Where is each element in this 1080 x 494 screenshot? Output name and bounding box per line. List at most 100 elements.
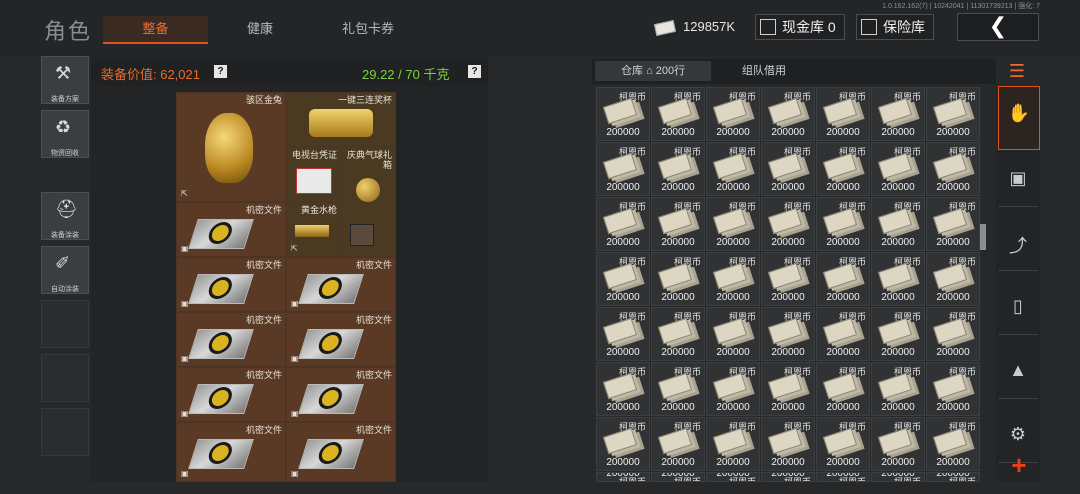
storage-item-coin[interactable]: 柯恩币 200000: [926, 472, 980, 482]
storage-item-coin[interactable]: 柯恩币 200000: [596, 472, 650, 482]
tab-gift-coupons[interactable]: 礼包卡券: [318, 16, 418, 42]
item-tv-certificate[interactable]: 电视台凭证: [286, 147, 341, 202]
tab-equipment[interactable]: 整备: [103, 16, 208, 44]
storage-item-coin[interactable]: 柯恩币 200000: [651, 87, 705, 141]
storage-item-coin[interactable]: 柯恩币 200000: [761, 472, 815, 482]
storage-item-coin[interactable]: 柯恩币 200000: [926, 87, 980, 141]
storage-item-coin[interactable]: 柯恩币 200000: [706, 197, 760, 251]
add-icon[interactable]: +: [1006, 452, 1032, 480]
storage-item-coin[interactable]: 柯恩币 200000: [761, 417, 815, 471]
tab-warehouse[interactable]: 仓库 ⌂ 200行: [595, 61, 712, 81]
storage-item-coin[interactable]: 柯恩币 200000: [706, 307, 760, 361]
storage-scrollbar[interactable]: [980, 224, 986, 250]
storage-item-coin[interactable]: 柯恩币 200000: [761, 197, 815, 251]
storage-item-coin[interactable]: 柯恩币 200000: [926, 362, 980, 416]
safe-button[interactable]: 保险库: [856, 14, 934, 40]
equipment-paint-button[interactable]: ⛑ 装备涂装: [41, 192, 89, 240]
storage-item-coin[interactable]: 柯恩币 200000: [706, 362, 760, 416]
storage-item-coin[interactable]: 柯恩币 200000: [651, 417, 705, 471]
coin-amount: 200000: [936, 402, 970, 413]
storage-item-coin[interactable]: 柯恩币 200000: [761, 362, 815, 416]
storage-item-coin[interactable]: 柯恩币 200000: [596, 307, 650, 361]
coin-amount: 200000: [771, 127, 805, 138]
storage-item-coin[interactable]: 柯恩币 200000: [706, 417, 760, 471]
storage-item-coin[interactable]: 柯恩币 200000: [651, 362, 705, 416]
item-golden-faucet[interactable]: 黄金水枪 ⇱: [286, 202, 341, 257]
storage-item-coin[interactable]: 柯恩币 200000: [596, 362, 650, 416]
item-secret-file[interactable]: 机密文件 ▣: [176, 257, 286, 312]
storage-item-coin[interactable]: 柯恩币 200000: [816, 307, 870, 361]
weight-help-icon[interactable]: ?: [468, 65, 481, 78]
storage-item-coin[interactable]: 柯恩币 200000: [871, 142, 925, 196]
storage-item-coin[interactable]: 柯恩币 200000: [926, 417, 980, 471]
storage-item-coin[interactable]: 柯恩币 200000: [816, 362, 870, 416]
category-weapons[interactable]: ⤴: [998, 216, 1038, 271]
storage-item-coin[interactable]: 柯恩币 200000: [596, 87, 650, 141]
storage-item-coin[interactable]: 柯恩币 200000: [871, 197, 925, 251]
storage-item-coin[interactable]: 柯恩币 200000: [926, 142, 980, 196]
category-all[interactable]: ✋: [998, 86, 1040, 150]
storage-item-coin[interactable]: 柯恩币 200000: [761, 142, 815, 196]
category-magazines[interactable]: ▯: [998, 280, 1038, 335]
storage-item-coin[interactable]: 柯恩币 200000: [651, 142, 705, 196]
item-golden-rabbit[interactable]: 骇区金兔 ⇱: [176, 92, 286, 202]
storage-item-coin[interactable]: 柯恩币 200000: [651, 307, 705, 361]
coin-amount: 200000: [661, 127, 695, 138]
item-secret-file[interactable]: 机密文件 ▣: [286, 367, 396, 422]
storage-item-coin[interactable]: 柯恩币 200000: [871, 362, 925, 416]
storage-item-coin[interactable]: 柯恩币 200000: [706, 472, 760, 482]
storage-item-coin[interactable]: 柯恩币 200000: [596, 252, 650, 306]
item-secret-file[interactable]: 机密文件 ▣: [286, 422, 396, 482]
storage-item-coin[interactable]: 柯恩币 200000: [761, 87, 815, 141]
storage-item-coin[interactable]: 柯恩币 200000: [706, 87, 760, 141]
item-balloon-box[interactable]: 庆典气球礼箱: [341, 147, 396, 257]
equipment-plan-button[interactable]: ⚒ 装备方案: [41, 56, 89, 104]
storage-item-coin[interactable]: 柯恩币 200000: [816, 142, 870, 196]
storage-item-coin[interactable]: 柯恩币 200000: [596, 142, 650, 196]
storage-item-coin[interactable]: 柯恩币 200000: [651, 197, 705, 251]
storage-item-coin[interactable]: 柯恩币 200000: [871, 417, 925, 471]
item-secret-file[interactable]: 机密文件 ▣: [176, 312, 286, 367]
storage-item-coin[interactable]: 柯恩币 200000: [706, 252, 760, 306]
cash-storage-button[interactable]: 现金库 0: [755, 14, 845, 40]
storage-item-coin[interactable]: 柯恩币 200000: [871, 307, 925, 361]
category-armor[interactable]: ▣: [998, 152, 1038, 207]
auto-paint-button[interactable]: ✐ 自动涂装: [41, 246, 89, 294]
recycle-button[interactable]: ♻ 物资回收: [41, 110, 89, 158]
tab-team-borrow[interactable]: 组队借用: [742, 61, 786, 81]
storage-item-coin[interactable]: 柯恩币 200000: [706, 142, 760, 196]
item-secret-file[interactable]: 机密文件 ▣: [176, 367, 286, 422]
storage-item-coin[interactable]: 柯恩币 200000: [926, 197, 980, 251]
item-secret-file[interactable]: 机密文件 ▣: [286, 257, 396, 312]
storage-item-coin[interactable]: 柯恩币 200000: [816, 417, 870, 471]
money-display: 129857K: [653, 16, 735, 38]
tab-health[interactable]: 健康: [210, 16, 310, 42]
storage-item-coin[interactable]: 柯恩币 200000: [596, 197, 650, 251]
storage-item-coin[interactable]: 柯恩币 200000: [926, 307, 980, 361]
storage-item-coin[interactable]: 柯恩币 200000: [871, 87, 925, 141]
storage-item-coin[interactable]: 柯恩币 200000: [596, 417, 650, 471]
storage-item-coin[interactable]: 柯恩币 200000: [816, 197, 870, 251]
storage-item-coin[interactable]: 柯恩币 200000: [871, 472, 925, 482]
magazine-icon: ▯: [1013, 296, 1023, 316]
storage-item-coin[interactable]: 柯恩币 200000: [816, 252, 870, 306]
item-trophy[interactable]: 一键三连奖杯: [286, 92, 396, 147]
category-ammo[interactable]: ▲: [998, 344, 1038, 399]
cash-stack-icon: [877, 262, 913, 290]
item-secret-file[interactable]: 机密文件 ▣: [286, 312, 396, 367]
storage-item-coin[interactable]: 柯恩币 200000: [651, 252, 705, 306]
storage-item-coin[interactable]: 柯恩币 200000: [926, 252, 980, 306]
value-help-icon[interactable]: ?: [214, 65, 227, 78]
coin-amount: 200000: [936, 237, 970, 248]
item-secret-file[interactable]: 机密文件 ▣: [176, 202, 286, 257]
sort-icon[interactable]: ☰: [1005, 60, 1029, 82]
storage-item-coin[interactable]: 柯恩币 200000: [871, 252, 925, 306]
storage-item-coin[interactable]: 柯恩币 200000: [816, 87, 870, 141]
item-secret-file[interactable]: 机密文件 ▣: [176, 422, 286, 482]
storage-item-coin[interactable]: 柯恩币 200000: [651, 472, 705, 482]
storage-item-coin[interactable]: 柯恩币 200000: [816, 472, 870, 482]
back-button[interactable]: ❮: [957, 13, 1039, 41]
storage-item-coin[interactable]: 柯恩币 200000: [761, 307, 815, 361]
storage-item-coin[interactable]: 柯恩币 200000: [761, 252, 815, 306]
balloon-icon: [356, 178, 380, 202]
